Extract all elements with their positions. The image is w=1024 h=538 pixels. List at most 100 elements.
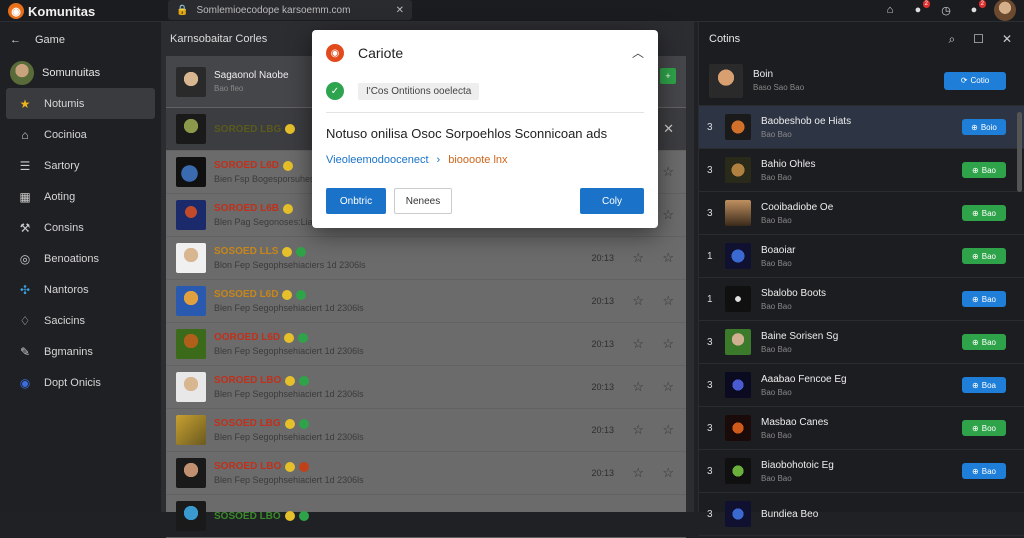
star-icon[interactable]: ☆	[632, 379, 644, 395]
right-text: Masbao Canes Bao Bao	[761, 417, 828, 440]
close-icon[interactable]: ✕	[1002, 32, 1012, 47]
network-icon: ✣	[19, 282, 31, 297]
rank-number: 3	[707, 207, 713, 219]
right-list-item[interactable]: 3 Biaobohotoic Eg Bao Bao ⊕ Bao	[699, 450, 1024, 493]
star-icon[interactable]: ☆	[632, 422, 644, 438]
feed-row[interactable]: SOROED LBO Blen Fep Segophsehiaciert 1d 2…	[166, 366, 686, 409]
sidebar-item-nantoros[interactable]: ✣ Nantoros	[6, 274, 155, 305]
right-action-button[interactable]: ⊕ Bao	[962, 463, 1006, 479]
right-list-item[interactable]: 3 Baine Sorisen Sg Bao Bao ⊕ Bao	[699, 321, 1024, 364]
disc-icon: ◉	[19, 375, 31, 390]
pen-icon: ✎	[19, 344, 31, 359]
sidebar-item-notumis[interactable]: ★ Notumis	[6, 88, 155, 119]
rank-number: 1	[707, 293, 713, 305]
home-icon[interactable]: ⌂	[882, 2, 898, 18]
right-list-item[interactable]: 1 Sbalobo Boots Bao Bao ⊕ Bao	[699, 278, 1024, 321]
feed-row[interactable]: SOSOED LLS Blon Fep Segophsehiaciers 1d 2…	[166, 237, 686, 280]
brand[interactable]: ◉ Komunitas	[8, 2, 95, 20]
sidebar-item-label: Sacicins	[44, 314, 85, 327]
right-list-item[interactable]: 3 Baobeshob oe Hiats Bao Bao ⊕ Boio	[699, 106, 1024, 149]
sidebar-user[interactable]: Somunuitas	[0, 58, 161, 88]
clock-icon[interactable]: ◷	[938, 2, 954, 18]
sidebar-item-sacicins[interactable]: ♢ Sacicins	[6, 305, 155, 336]
secondary-button[interactable]: Nenees	[394, 188, 452, 214]
sidebar-item-benoations[interactable]: ◎ Benoations	[6, 243, 155, 274]
sidebar-item-dopt-onicis[interactable]: ◉ Dopt Onicis	[6, 367, 155, 398]
close-icon[interactable]: ✕	[663, 121, 674, 137]
right-list-item[interactable]: 3 Masbao Canes Bao Bao ⊕ Boo	[699, 407, 1024, 450]
star-icon[interactable]: ☆	[662, 164, 674, 180]
star-icon[interactable]: ☆	[632, 465, 644, 481]
scrollbar[interactable]	[1017, 112, 1022, 192]
right-action-button[interactable]: ⊕ Boio	[962, 119, 1006, 135]
feed-thumb	[176, 157, 206, 187]
search-icon[interactable]: ⌕	[948, 32, 955, 47]
feed-thumb	[176, 243, 206, 273]
star-icon[interactable]: ☆	[632, 336, 644, 352]
right-action-button[interactable]: ⊕ Bao	[962, 291, 1006, 307]
feed-title-text: SOSOED LLS	[214, 246, 279, 257]
right-sub-text: Bao Bao	[761, 430, 792, 440]
sidebar-item-aoting[interactable]: ▦ Aoting	[6, 181, 155, 212]
right-action-button[interactable]: ⊕ Bao	[962, 205, 1006, 221]
ok-button[interactable]: Coly	[580, 188, 644, 214]
right-list-item[interactable]: 3 Aaabao Fencoe Eg Bao Bao ⊕ Boa	[699, 364, 1024, 407]
right-action-button[interactable]: ⊕ Boo	[962, 420, 1006, 436]
right-title-text: Bahio Ohles	[761, 158, 816, 170]
star-icon[interactable]: ☆	[632, 293, 644, 309]
right-action-button[interactable]: ⊕ Bao	[962, 162, 1006, 178]
leaf-icon	[298, 332, 309, 343]
star-icon[interactable]: ☆	[632, 250, 644, 266]
sidebar-item-cocinioa[interactable]: ⌂ Cocinioa	[6, 119, 155, 150]
star-icon[interactable]: ☆	[662, 422, 674, 438]
feed-row[interactable]: OOROED L6D Blen Fep Segophsehiaciert 1d 2…	[166, 323, 686, 366]
notification-icon[interactable]: ● 2	[910, 0, 930, 18]
rank-number: 3	[707, 379, 713, 391]
maximize-icon[interactable]: ☐	[973, 32, 984, 47]
sidebar-header[interactable]: ← Game	[0, 22, 161, 58]
feed-row[interactable]: SOSOED LBG Blen Fep Segophsehiaciert 1d 2…	[166, 409, 686, 452]
star-icon[interactable]: ☆	[662, 293, 674, 309]
right-action-button[interactable]: ⊕ Boa	[962, 377, 1006, 393]
right-sub-text: Bao Bao	[761, 473, 792, 483]
right-top-button[interactable]: ⟳ Cotio	[944, 71, 1006, 90]
sidebar-item-sartory[interactable]: ☰ Sartory	[6, 150, 155, 181]
url-bar[interactable]: 🔒 Somlemioecodope karsoemm.com ✕	[168, 0, 412, 20]
right-top-item[interactable]: Boin Baso Sao Bao ⟳ Cotio	[699, 56, 1024, 106]
primary-button[interactable]: Onbtric	[326, 188, 386, 214]
sidebar-item-bgmanins[interactable]: ✎ Bgmanins	[6, 336, 155, 367]
sidebar-item-label: Dopt Onicis	[44, 376, 101, 389]
right-list-item[interactable]: 1 Boaoiar Bao Bao ⊕ Bao	[699, 235, 1024, 278]
emoji-icon	[282, 289, 293, 300]
right-list-item[interactable]: 3 Bundiea Beo	[699, 493, 1024, 536]
feed-title-text: SOSOED L6D	[214, 289, 279, 300]
right-title-text: Cooibadiobe Oe	[761, 201, 834, 213]
emoji-icon	[285, 124, 296, 134]
right-action-button[interactable]: ⊕ Bao	[962, 334, 1006, 350]
chevron-up-icon[interactable]: ︿	[632, 44, 644, 61]
feed-row[interactable]: SOROED LBO Blen Fep Segophsehiaciert 1d 2…	[166, 452, 686, 495]
back-arrow-icon[interactable]: ←	[10, 34, 21, 46]
feed-row[interactable]: SOSOED LBO	[166, 495, 686, 538]
close-icon[interactable]: ✕	[396, 5, 404, 16]
star-icon[interactable]: ☆	[662, 250, 674, 266]
star-icon[interactable]: ☆	[662, 207, 674, 223]
dialog-link-primary[interactable]: Vieoleemodoocenect	[326, 154, 429, 166]
dialog-link-secondary[interactable]: bioooote lnx	[448, 154, 507, 166]
right-list-item[interactable]: 3 Bahio Ohles Bao Bao ⊕ Bao	[699, 149, 1024, 192]
feed-thumb	[176, 415, 206, 445]
star-icon[interactable]: ☆	[662, 465, 674, 481]
right-action-button[interactable]: ⊕ Bao	[962, 248, 1006, 264]
feed-row[interactable]: SOSOED L6D Blen Fep Segophsehiaciert 1d 2…	[166, 280, 686, 323]
sidebar-item-consins[interactable]: ⚒ Consins	[6, 212, 155, 243]
lock-icon: ⊕	[972, 337, 979, 347]
right-thumb	[725, 501, 751, 527]
right-list-item[interactable]: 3 Cooibadiobe Oe Bao Bao ⊕ Bao	[699, 192, 1024, 235]
bell-icon[interactable]: ● 2	[966, 0, 986, 18]
star-icon[interactable]: ☆	[662, 336, 674, 352]
feed-thumb	[176, 458, 206, 488]
star-icon[interactable]: ☆	[662, 379, 674, 395]
right-header-icons: ⌕ ☐ ✕	[948, 32, 1012, 47]
add-icon[interactable]: +	[660, 68, 676, 84]
avatar[interactable]	[994, 0, 1016, 21]
